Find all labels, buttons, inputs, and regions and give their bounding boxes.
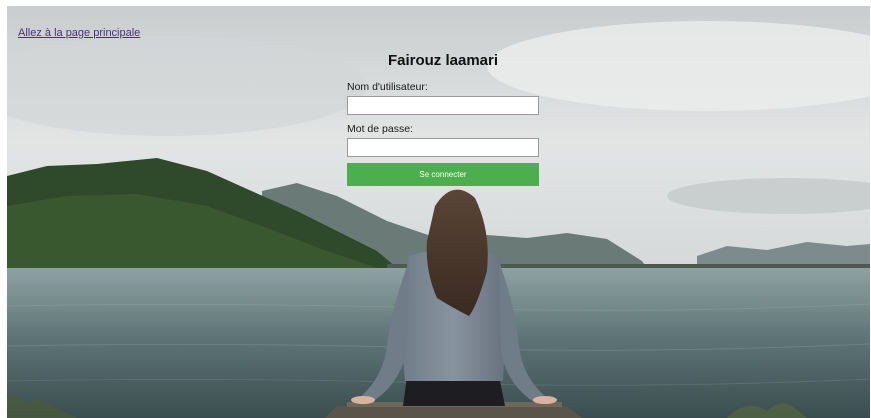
username-input[interactable] xyxy=(347,96,539,115)
background-photo: Allez à la page principale Fairouz laama… xyxy=(7,6,870,418)
home-page-link[interactable]: Allez à la page principale xyxy=(18,27,140,39)
login-form: Fairouz laamari Nom d'utilisateur: Mot d… xyxy=(347,50,539,186)
password-input[interactable] xyxy=(347,138,539,157)
login-button[interactable]: Se connecter xyxy=(347,163,539,186)
username-label: Nom d'utilisateur: xyxy=(347,81,428,93)
password-label: Mot de passe: xyxy=(347,123,413,135)
page-title: Fairouz laamari xyxy=(387,52,499,69)
